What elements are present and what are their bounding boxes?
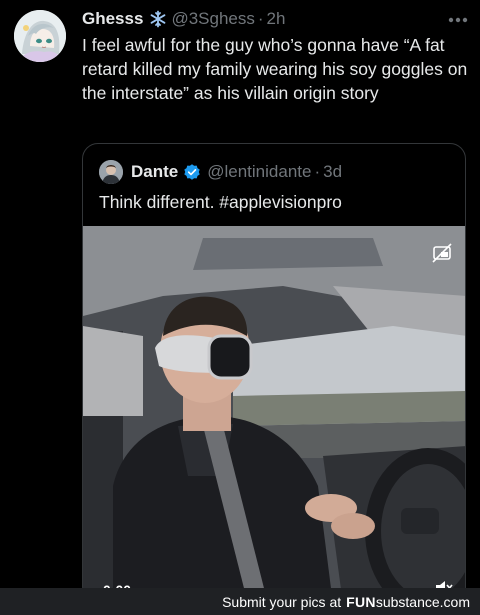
quoted-author-handle[interactable]: @lentinidante	[207, 162, 311, 182]
author-handle[interactable]: @3Sghess	[171, 9, 254, 29]
quoted-author-avatar[interactable]	[99, 160, 123, 184]
quoted-tweet-timestamp[interactable]: 3d	[323, 162, 342, 182]
more-options-icon[interactable]	[446, 10, 470, 30]
watermark-bar: Submit your pics at FUN substance .com	[0, 588, 480, 615]
author-display-name[interactable]: Ghesss	[82, 9, 143, 29]
tweet-timestamp[interactable]: 2h	[267, 9, 286, 29]
anime-avatar-illustration	[14, 10, 66, 62]
picture-in-picture-icon[interactable]	[431, 242, 453, 264]
quoted-tweet-header: Dante @lentinidante · 3d	[99, 160, 342, 184]
separator-dot: ·	[314, 162, 321, 181]
snowflake-icon	[149, 10, 167, 28]
separator-dot: ·	[257, 9, 264, 28]
verified-badge-icon	[183, 163, 201, 181]
watermark-prefix: Submit your pics at	[222, 593, 342, 610]
tweet-text: I feel awful for the guy who’s gonna hav…	[82, 35, 468, 103]
quoted-tweet-card[interactable]: Dante @lentinidante · 3d Think different…	[82, 143, 466, 603]
author-avatar[interactable]	[14, 10, 66, 62]
quoted-tweet-text: Think different. #applevisionpro	[99, 192, 342, 212]
video-frame-car-interior	[83, 226, 465, 602]
quoted-author-display-name[interactable]: Dante	[131, 162, 178, 182]
tweet-header: Ghesss @3Sghess · 2h	[82, 8, 285, 30]
video-player[interactable]: 0:00	[83, 226, 465, 602]
funsubstance-logo: FUN substance .com	[346, 593, 470, 610]
